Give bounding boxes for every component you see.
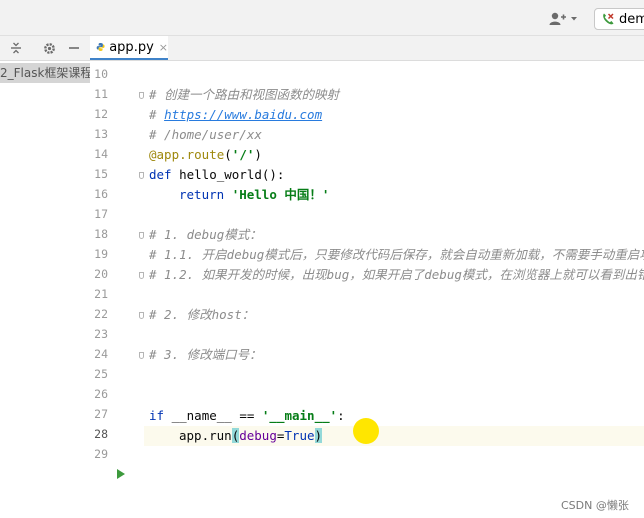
comment: # 创建一个路由和视图函数的映射 [149, 87, 340, 102]
user-icon [549, 12, 566, 25]
tab-app-py[interactable]: app.py × [90, 36, 168, 60]
project-tree-item[interactable]: 2_Flask框架课程 [0, 63, 90, 83]
line-number: 11 [94, 87, 108, 101]
comment: # [149, 107, 165, 122]
comment: # /home/user/xx [149, 127, 262, 142]
code-text: : [337, 408, 345, 423]
line-number: 27 [94, 407, 108, 421]
keyword: return [179, 187, 225, 202]
line-number: 26 [94, 387, 108, 401]
comment: # 2. 修改host： [149, 307, 255, 322]
line-number: 17 [94, 207, 108, 221]
line-number: 28 [94, 427, 108, 441]
run-gutter-icon[interactable] [117, 469, 125, 479]
code-line: app.run(debug=True) [179, 426, 323, 446]
paren: ) [254, 147, 262, 162]
code-line: def hello_world(): [149, 165, 284, 185]
comment: # 1. debug模式： [149, 227, 262, 242]
code-line: # 3. 修改端口号： [149, 345, 262, 365]
string-literal: 'Hello 中国！' [231, 187, 330, 202]
code-line: # https://www.baidu.com [149, 105, 322, 125]
code-line: # /home/user/xx [149, 125, 262, 145]
code-line: # 1.2. 如果开发的时候，出现bug，如果开启了debug模式，在浏览器上就… [149, 265, 644, 285]
code-text: app.run [179, 428, 232, 443]
code-line: # 2. 修改host： [149, 305, 254, 325]
paren: ( [224, 147, 232, 162]
line-number: 21 [94, 287, 108, 301]
line-number: 14 [94, 147, 108, 161]
editor-gutter: 10 11 12 13 14 15 16 17 18 19 20 21 22 2… [90, 61, 144, 518]
url-link[interactable]: https://www.baidu.com [164, 107, 322, 122]
line-number: 12 [94, 107, 108, 121]
code-line: # 1. debug模式： [149, 225, 262, 245]
line-number: 20 [94, 267, 108, 281]
collapse-all-button[interactable] [8, 40, 24, 56]
line-number: 19 [94, 247, 108, 261]
watermark: CSDN @懒张 [561, 499, 629, 512]
close-icon[interactable]: × [159, 41, 168, 54]
code-line: return 'Hello 中国！' [179, 185, 329, 205]
code-text: __name__ == [164, 408, 262, 423]
line-number: 18 [94, 227, 108, 241]
main-toolbar: dem [0, 0, 644, 36]
chevron-down-icon [571, 17, 577, 21]
mouse-cursor-highlight [353, 418, 379, 444]
code-line: @app.route('/') [149, 145, 262, 165]
matched-bracket: ) [314, 428, 323, 443]
keyword: if [149, 408, 165, 423]
run-configuration-selector[interactable]: dem [594, 8, 644, 30]
hide-panel-button[interactable] [66, 40, 82, 56]
project-panel-toolbar [0, 36, 90, 61]
project-panel: 2_Flask框架课程 [0, 61, 91, 518]
editor-tabs: app.py × [90, 36, 644, 61]
code-editor[interactable]: # 创建一个路由和视图函数的映射 # https://www.baidu.com… [144, 61, 644, 518]
keyword: def [149, 167, 172, 182]
user-menu-button[interactable] [549, 10, 581, 28]
line-number: 29 [94, 447, 108, 461]
string-literal: '/' [231, 147, 255, 162]
decorator: @app.route [149, 147, 225, 162]
line-number: 16 [94, 187, 108, 201]
code-line: # 创建一个路由和视图函数的映射 [149, 85, 339, 105]
comment: # 3. 修改端口号： [149, 347, 262, 362]
line-number: 23 [94, 327, 108, 341]
comment: # 1.2. 如果开发的时候，出现bug，如果开启了debug模式，在浏览器上就… [149, 267, 644, 282]
code-text: hello_world(): [171, 167, 285, 182]
code-line: if __name__ == '__main__': [149, 406, 345, 426]
gear-icon [43, 42, 55, 54]
line-number: 13 [94, 127, 108, 141]
line-number: 24 [94, 347, 108, 361]
named-parameter: debug [239, 428, 277, 443]
line-number: 25 [94, 367, 108, 381]
phone-run-icon [603, 13, 614, 25]
run-configuration-label: dem [619, 11, 644, 27]
code-line: # 1.1. 开启debug模式后，只要修改代码后保存，就会自动重新加载，不需要… [149, 245, 644, 265]
line-number: 15 [94, 167, 108, 181]
comment: # 1.1. 开启debug模式后，只要修改代码后保存，就会自动重新加载，不需要… [149, 247, 644, 262]
string-literal: '__main__' [261, 408, 338, 423]
minimize-icon [69, 47, 79, 49]
keyword: True [284, 428, 315, 443]
line-number: 10 [94, 67, 108, 81]
settings-button[interactable] [41, 40, 57, 56]
collapse-icon [11, 42, 21, 54]
line-number: 22 [94, 307, 108, 321]
tab-label: app.py [109, 39, 154, 55]
python-file-icon [96, 43, 105, 51]
